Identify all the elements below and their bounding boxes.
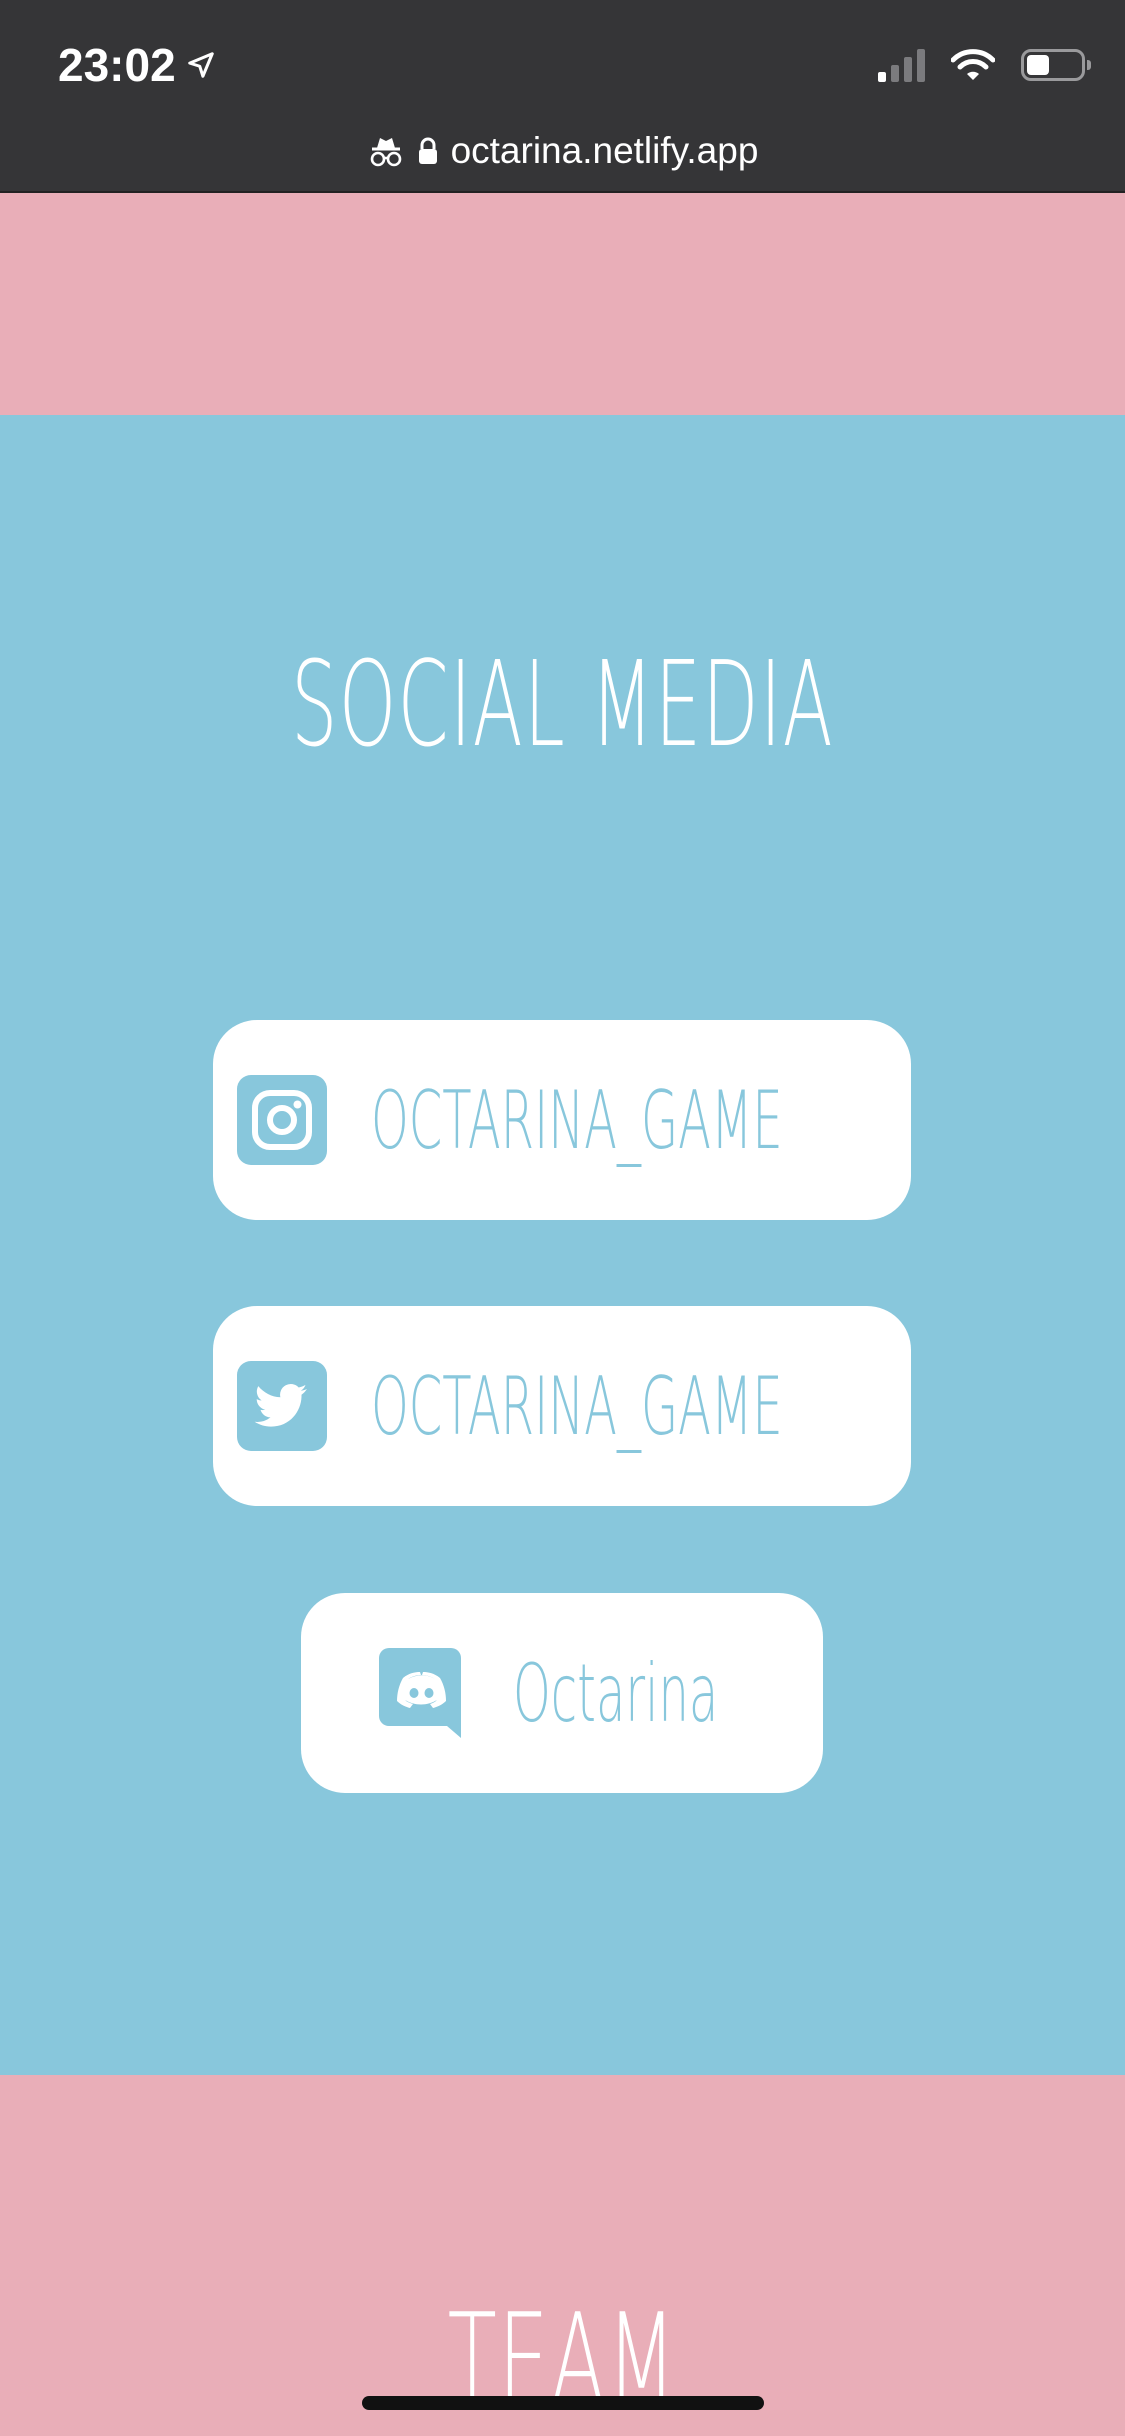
time-label: 23:02 — [58, 39, 176, 91]
wifi-icon — [951, 49, 995, 80]
status-icons — [878, 48, 1091, 82]
signal-icon — [878, 48, 925, 82]
status-time: 23:02 — [58, 38, 216, 92]
lock-icon — [418, 137, 437, 164]
discord-server-name: Octarina — [512, 1646, 719, 1740]
battery-icon — [1021, 49, 1091, 81]
social-media-section: SOCIAL MEDIA OCTARINA_GAME OCTARINA_GAME… — [0, 415, 1125, 2075]
browser-chrome: 23:02 octarina.netlify.app — [0, 0, 1125, 193]
location-arrow-icon — [187, 52, 214, 78]
discord-link-button[interactable]: Octarina — [301, 1593, 823, 1793]
twitter-icon — [236, 1361, 327, 1451]
address-bar[interactable]: octarina.netlify.app — [0, 126, 1125, 176]
pink-section-top — [0, 193, 1125, 415]
discord-icon — [378, 1648, 461, 1738]
social-media-title: SOCIAL MEDIA — [291, 635, 834, 773]
incognito-icon — [370, 138, 401, 167]
instagram-handle: OCTARINA_GAME — [370, 1073, 783, 1167]
instagram-icon — [236, 1075, 327, 1165]
instagram-link-button[interactable]: OCTARINA_GAME — [213, 1020, 911, 1220]
home-indicator[interactable] — [362, 2396, 764, 2410]
url-text: octarina.netlify.app — [450, 130, 759, 171]
twitter-handle: OCTARINA_GAME — [370, 1359, 783, 1453]
team-title: TEAM — [447, 2285, 678, 2436]
twitter-link-button[interactable]: OCTARINA_GAME — [213, 1306, 911, 1506]
team-section: TEAM — [0, 2075, 1125, 2436]
